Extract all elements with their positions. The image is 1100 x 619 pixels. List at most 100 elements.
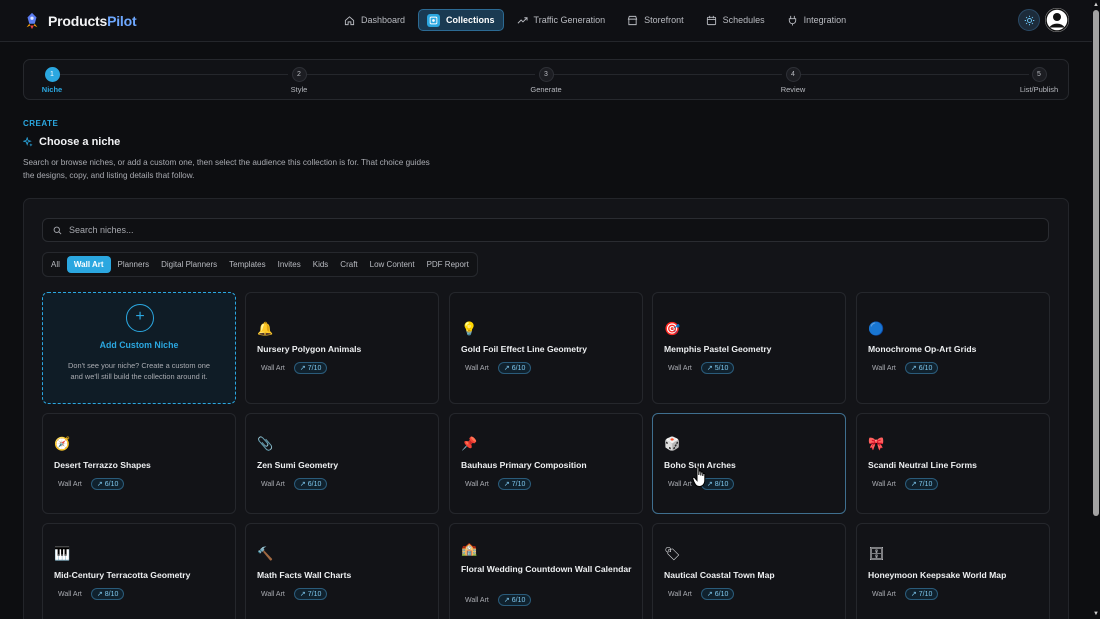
page-title-row: Choose a niche <box>23 136 120 148</box>
piano-icon: 🎹 <box>54 546 71 561</box>
step-number: 5 <box>1031 67 1047 82</box>
step-label: Review <box>780 85 806 94</box>
tab-planners[interactable]: Planners <box>113 256 155 273</box>
niche-tags: Wall Art ↗ 7/10 <box>257 588 328 600</box>
step-number: 3 <box>538 67 554 82</box>
niche-card[interactable]: 🗄 Honeymoon Keepsake World Map Wall Art … <box>856 523 1050 619</box>
niche-tags: Wall Art ↗ 6/10 <box>461 594 532 606</box>
step-style[interactable]: 2 Style <box>269 67 329 94</box>
score-badge: ↗ 6/10 <box>293 478 328 490</box>
nav-label: Schedules <box>722 15 765 25</box>
niche-card[interactable]: 🏫 Floral Wedding Countdown Wall Calendar… <box>449 523 643 619</box>
step-connector <box>554 74 782 75</box>
tab-digital-planners[interactable]: Digital Planners <box>156 256 222 273</box>
niche-card[interactable]: 🔔 Nursery Polygon Animals Wall Art ↗ 7/10 <box>245 292 439 404</box>
brand[interactable]: ProductsPilot <box>23 10 137 32</box>
plus-icon: + <box>126 304 154 332</box>
niche-tags: Wall Art ↗ 6/10 <box>664 588 735 600</box>
scrollbar-thumb[interactable] <box>1093 10 1099 516</box>
step-generate[interactable]: 3 Generate <box>516 67 576 94</box>
sun-icon <box>1024 15 1034 25</box>
niche-card-selected[interactable]: 🎲 Boho Sun Arches Wall Art ↗ 8/10 <box>652 413 846 514</box>
lightbulb-icon: 💡 <box>461 321 478 336</box>
niche-card[interactable]: 🎯 Memphis Pastel Geometry Wall Art ↗ 5/10 <box>652 292 846 404</box>
niche-card[interactable]: 🏷 Nautical Coastal Town Map Wall Art ↗ 6/… <box>652 523 846 619</box>
nav-label: Dashboard <box>361 15 406 25</box>
user-avatar[interactable] <box>1045 8 1069 32</box>
score-badge: ↗ 7/10 <box>293 588 328 600</box>
niche-card[interactable]: 🔵 Monochrome Op-Art Grids Wall Art ↗ 6/10 <box>856 292 1050 404</box>
category-tag: Wall Art <box>465 480 489 488</box>
page-title: Choose a niche <box>39 136 121 148</box>
score-badge: ↗ 7/10 <box>293 362 328 374</box>
niche-title: Gold Foil Effect Line Geometry <box>461 344 588 354</box>
niche-tags: Wall Art ↗ 7/10 <box>868 478 939 490</box>
home-icon <box>344 15 355 25</box>
trend-icon: ↗ <box>299 591 306 598</box>
nav-dashboard[interactable]: Dashboard <box>335 9 414 31</box>
niche-card[interactable]: 🧭 Desert Terrazzo Shapes Wall Art ↗ 6/10 <box>42 413 236 514</box>
nav-label: Traffic Generation <box>533 15 606 25</box>
compass-icon: 🧭 <box>54 436 71 451</box>
calendar-icon <box>706 15 716 25</box>
score-badge: ↗ 7/10 <box>904 588 939 600</box>
niche-tags: Wall Art ↗ 6/10 <box>868 362 939 374</box>
tab-invites[interactable]: Invites <box>273 256 306 273</box>
step-niche[interactable]: 1 Niche <box>22 67 82 94</box>
niche-tags: Wall Art ↗ 5/10 <box>664 362 735 374</box>
score-badge: ↗ 6/10 <box>904 362 939 374</box>
blue-circle-icon: 🔵 <box>868 321 885 336</box>
section-eyebrow: CREATE <box>23 119 59 128</box>
search-input[interactable] <box>69 225 969 235</box>
step-connector <box>307 74 535 75</box>
rocket-logo-icon <box>26 12 38 30</box>
user-icon <box>1045 8 1069 32</box>
niche-card[interactable]: 🎀 Scandi Neutral Line Forms Wall Art ↗ 7/… <box>856 413 1050 514</box>
niche-card[interactable]: 🎹 Mid-Century Terracotta Geometry Wall A… <box>42 523 236 619</box>
trend-icon: ↗ <box>503 481 510 488</box>
score-badge: ↗ 6/10 <box>497 362 532 374</box>
progress-stepper: 1 Niche 2 Style 3 Generate 4 Review 5 Li… <box>23 59 1069 100</box>
top-nav-bar: ProductsPilot Dashboard Collections Traf… <box>0 0 1092 42</box>
niche-card[interactable]: 🔨 Math Facts Wall Charts Wall Art ↗ 7/10 <box>245 523 439 619</box>
add-custom-niche-card[interactable]: + Add Custom Niche Don't see your niche?… <box>42 292 236 404</box>
tab-all[interactable]: All <box>46 256 65 273</box>
nav-traffic-generation[interactable]: Traffic Generation <box>508 9 615 31</box>
search-bar[interactable] <box>42 218 1049 242</box>
trend-icon: ↗ <box>706 365 713 372</box>
nav-label: Collections <box>446 15 495 25</box>
nav-integration[interactable]: Integration <box>778 9 856 31</box>
nav-collections[interactable]: Collections <box>418 9 504 31</box>
niche-tags: Wall Art ↗ 6/10 <box>461 362 532 374</box>
category-tag: Wall Art <box>872 590 896 598</box>
hammer-icon: 🔨 <box>257 546 274 561</box>
niche-tags: Wall Art ↗ 6/10 <box>257 478 328 490</box>
trending-icon <box>517 16 528 24</box>
nav-label: Storefront <box>644 15 684 25</box>
step-review[interactable]: 4 Review <box>763 67 823 94</box>
category-tabs: All Wall Art Planners Digital Planners T… <box>42 252 478 277</box>
niche-card[interactable]: 📎 Zen Sumi Geometry Wall Art ↗ 6/10 <box>245 413 439 514</box>
tab-kids[interactable]: Kids <box>308 256 334 273</box>
scroll-up-arrow-icon[interactable]: ▲ <box>1093 2 1099 8</box>
nav-schedules[interactable]: Schedules <box>697 9 774 31</box>
theme-toggle-button[interactable] <box>1018 9 1040 31</box>
scroll-down-arrow-icon[interactable]: ▼ <box>1093 611 1099 617</box>
step-number: 2 <box>291 67 307 82</box>
nav-storefront[interactable]: Storefront <box>618 9 693 31</box>
tab-wall-art[interactable]: Wall Art <box>66 256 111 273</box>
trend-icon: ↗ <box>503 597 510 604</box>
tab-low-content[interactable]: Low Content <box>365 256 420 273</box>
niche-title: Floral Wedding Countdown Wall Calendar <box>461 564 632 574</box>
niche-title: Nautical Coastal Town Map <box>664 570 775 580</box>
niche-card[interactable]: 📌 Bauhaus Primary Composition Wall Art ↗… <box>449 413 643 514</box>
tab-craft[interactable]: Craft <box>335 256 362 273</box>
niche-title: Mid-Century Terracotta Geometry <box>54 570 191 580</box>
search-icon <box>53 226 62 234</box>
step-list-publish[interactable]: 5 List/Publish <box>1009 67 1069 94</box>
step-number: 4 <box>785 67 801 82</box>
tab-pdf-report[interactable]: PDF Report <box>422 256 474 273</box>
niche-title: Honeymoon Keepsake World Map <box>868 570 1007 580</box>
tab-templates[interactable]: Templates <box>224 256 270 273</box>
niche-card[interactable]: 💡 Gold Foil Effect Line Geometry Wall Ar… <box>449 292 643 404</box>
